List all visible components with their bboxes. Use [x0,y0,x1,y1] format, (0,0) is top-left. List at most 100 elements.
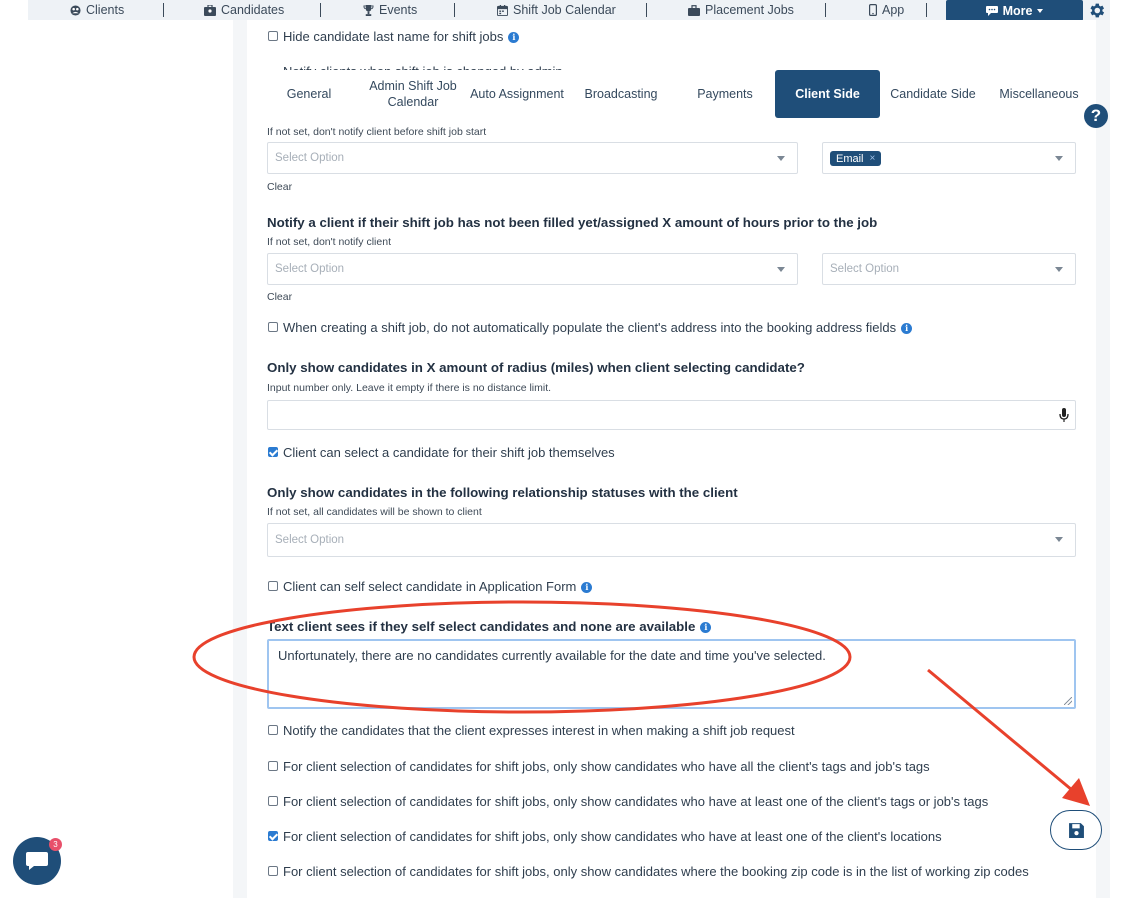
option-checkbox[interactable] [268,725,278,735]
nav-divider [926,3,927,17]
resize-grip-icon[interactable] [1064,697,1072,705]
notify-before-start-select[interactable]: Select Option [267,142,798,174]
self-select-form-text: Client can self select candidate in Appl… [283,579,577,594]
email-chip[interactable]: Email × [830,151,882,166]
nav-candidates-label: Candidates [221,3,285,17]
clear-link[interactable]: Clear [267,181,292,193]
tab-candidate-side[interactable]: Candidate Side [883,70,983,118]
relationship-hint: If not set, all candidates will be shown… [267,506,482,518]
nav-shift-job-calendar[interactable]: Shift Job Calendar [497,2,616,18]
self-select-form-checkbox[interactable] [268,581,278,591]
hide-last-name-checkbox[interactable] [268,31,278,41]
help-icon[interactable]: ? [1084,104,1108,128]
tab-general[interactable]: General [263,70,355,118]
nav-app[interactable]: App [869,2,904,18]
select-placeholder: Select Option [275,534,345,546]
none-available-text: Unfortunately, there are no candidates c… [278,648,826,663]
floppy-disk-icon [1068,822,1084,838]
unfilled-channel-select[interactable]: Select Option [822,253,1076,285]
email-chip-label: Email [836,152,864,165]
option-checkbox[interactable] [268,796,278,806]
nav-placement-jobs[interactable]: Placement Jobs [688,2,794,18]
nav-divider [825,3,826,17]
option-label: For client selection of candidates for s… [283,759,930,774]
nav-shift-job-calendar-label: Shift Job Calendar [513,3,616,17]
info-icon[interactable]: i [508,31,520,43]
unfilled-notify-title: Notify a client if their shift job has n… [267,215,878,230]
caret-down-icon [1037,8,1044,13]
option-checkbox[interactable] [268,761,278,771]
tab-client-side[interactable]: Client Side [775,70,880,118]
tab-payments[interactable]: Payments [677,70,773,118]
nav-candidates[interactable]: Candidates [204,2,284,18]
gear-icon[interactable] [1087,1,1106,20]
chat-unread-badge: 3 [49,838,62,851]
chat-bubble-icon [985,5,998,16]
clients-icon [70,4,81,16]
info-icon[interactable]: i [581,581,593,593]
option-label: Notify the candidates that the client ex… [283,723,795,738]
caret-down-icon [1055,267,1063,272]
select-placeholder: Select Option [275,152,345,164]
nav-placement-jobs-label: Placement Jobs [705,3,794,17]
caret-down-icon [1055,537,1063,542]
relationship-select[interactable]: Select Option [267,523,1076,557]
radius-title: Only show candidates in X amount of radi… [267,360,805,375]
nav-clients[interactable]: Clients [70,2,124,18]
tab-auto-assignment[interactable]: Auto Assignment [469,70,565,118]
tab-miscellaneous[interactable]: Miscellaneous [991,70,1087,118]
settings-tabs: General Admin Shift Job Calendar Auto As… [247,70,1096,118]
self-select-form-label: Client can self select candidate in Appl… [283,579,593,594]
caret-down-icon [777,156,785,161]
nav-app-label: App [882,3,905,17]
calendar-icon [497,4,508,16]
phone-icon [869,4,877,16]
microphone-icon[interactable] [1059,408,1069,423]
hide-last-name-text: Hide candidate last name for shift jobs [283,29,504,44]
more-label: More [1002,3,1033,18]
hide-last-name-label: Hide candidate last name for shift jobs i [283,29,520,44]
client-select-candidate-label: Client can select a candidate for their … [283,445,615,460]
nav-divider [320,3,321,17]
nav-divider [454,3,455,17]
none-available-title: Text client sees if they self select can… [267,619,712,634]
unfilled-hours-select[interactable]: Select Option [267,253,798,285]
save-button[interactable] [1050,810,1102,850]
info-icon[interactable]: i [901,322,913,334]
tab-admin-shift-job-calendar[interactable]: Admin Shift Job Calendar [357,70,469,118]
radius-hint: Input number only. Leave it empty if the… [267,382,552,394]
nav-events[interactable]: Events [363,2,417,18]
option-label: For client selection of candidates for s… [283,829,942,844]
clear-link[interactable]: Clear [267,291,292,303]
notify-clients-partial-label: Notify clients when shift job is changed… [283,62,563,70]
briefcase-icon [688,4,700,16]
option-checkbox[interactable] [268,831,278,841]
chip-remove-icon[interactable]: × [870,153,876,164]
no-populate-address-checkbox[interactable] [268,322,278,332]
caret-down-icon [1055,156,1063,161]
nav-clients-label: Clients [86,3,125,17]
chat-icon [26,852,48,870]
option-label: For client selection of candidates for s… [283,864,1029,879]
nav-divider [646,3,647,17]
no-populate-address-text: When creating a shift job, do not automa… [283,320,897,335]
option-checkbox[interactable] [268,866,278,876]
select-placeholder: Select Option [830,263,900,275]
more-menu-button[interactable]: More [946,0,1083,21]
select-placeholder: Select Option [275,263,345,275]
none-available-textarea[interactable]: Unfortunately, there are no candidates c… [267,639,1076,709]
no-populate-address-label: When creating a shift job, do not automa… [283,320,913,335]
info-icon[interactable]: i [700,621,712,633]
caret-down-icon [777,267,785,272]
candidates-icon [204,4,216,16]
notify-channel-select[interactable]: Email × [822,142,1076,174]
radius-input[interactable] [267,400,1076,430]
client-select-candidate-checkbox[interactable] [268,447,278,457]
nav-events-label: Events [379,3,418,17]
nav-divider [163,3,164,17]
option-label: For client selection of candidates for s… [283,794,989,809]
none-available-title-text: Text client sees if they self select can… [267,619,696,634]
app-screen: Clients Candidates Events Shift Job Cale… [0,0,1138,898]
tab-broadcasting[interactable]: Broadcasting [573,70,669,118]
left-panel [28,20,233,898]
